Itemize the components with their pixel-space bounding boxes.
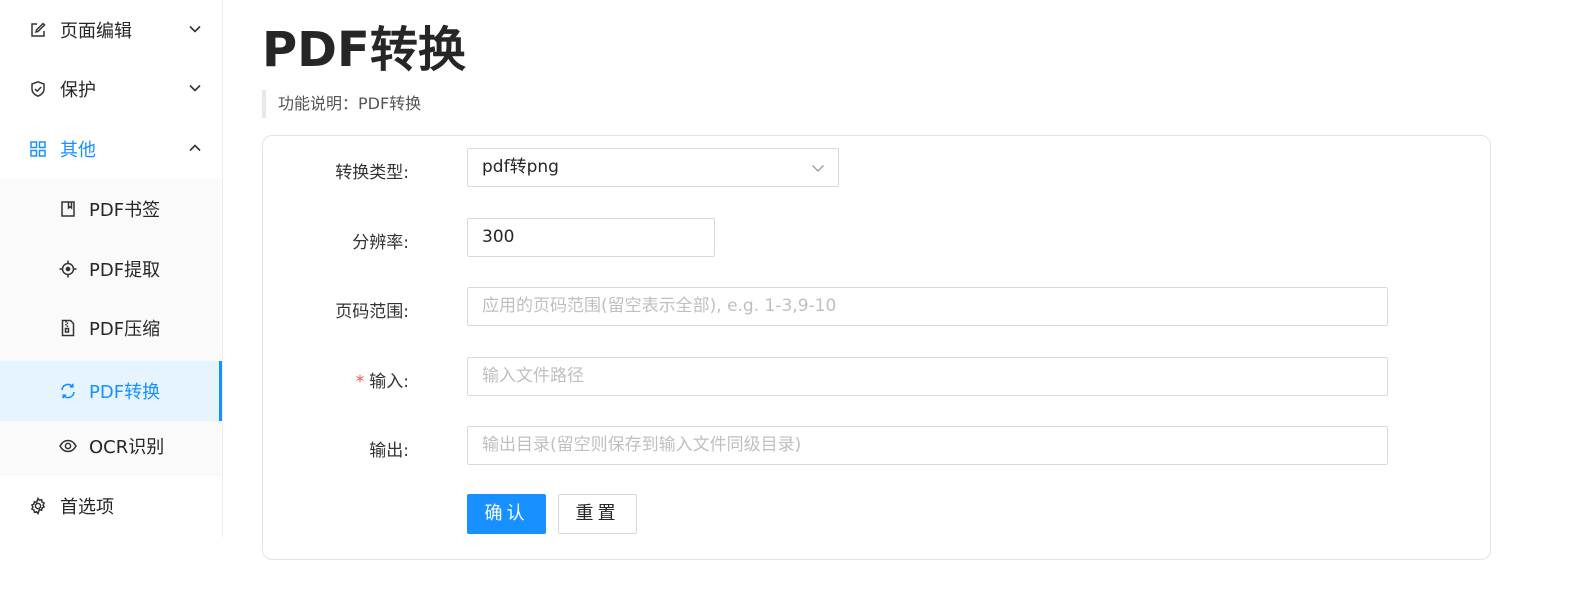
sidebar-item-label: OCR识别 (89, 437, 165, 458)
chevron-down-icon (189, 84, 201, 92)
page-title: PDF转换 (262, 22, 466, 78)
gear-icon (29, 497, 47, 515)
confirm-button[interactable]: 确认 (467, 494, 546, 534)
edit-icon (29, 21, 47, 39)
convert-form-card: 转换类型: pdf转png 分辨率: 300 页码范围: 应用的页码范围(留空表… (262, 135, 1491, 560)
reset-button[interactable]: 重置 (558, 494, 637, 534)
sidebar-item-label: PDF转换 (89, 382, 161, 403)
convert-type-select[interactable]: pdf转png (467, 148, 839, 187)
sidebar-item-label: PDF提取 (89, 260, 161, 281)
page-range-input[interactable]: 应用的页码范围(留空表示全部), e.g. 1-3,9-10 (467, 287, 1388, 326)
sidebar-item-pdf-extract[interactable]: PDF提取 (0, 239, 222, 299)
resolution-label: 分辨率: (352, 233, 409, 253)
apps-grid-icon (29, 140, 47, 158)
sync-icon (59, 382, 77, 400)
sidebar-item-label: PDF压缩 (89, 319, 161, 340)
bookmark-icon (59, 200, 77, 218)
page-range-label: 页码范围: (335, 302, 409, 322)
sidebar-item-other[interactable]: 其他 (0, 119, 222, 179)
sidebar-item-ocr[interactable]: OCR识别 (0, 416, 222, 476)
convert-type-label: 转换类型: (335, 163, 409, 183)
eye-icon (59, 437, 77, 455)
chevron-down-icon (812, 165, 824, 172)
page-description: 功能说明：PDF转换 (262, 90, 421, 118)
input-label: * 输入: (263, 367, 409, 392)
sidebar-item-preferences[interactable]: 首选项 (0, 476, 222, 536)
sidebar-item-page-edit[interactable]: 页面编辑 (0, 0, 222, 60)
input-label-text: 输入: (369, 372, 409, 392)
output-label: 输出: (369, 441, 409, 461)
input-path-field[interactable]: 输入文件路径 (467, 357, 1388, 396)
sidebar-item-label: 保护 (60, 80, 96, 101)
sidebar-item-protect[interactable]: 保护 (0, 59, 222, 119)
resolution-input[interactable]: 300 (467, 218, 715, 257)
sidebar-item-pdf-convert[interactable]: PDF转换 (0, 361, 222, 421)
sidebar-item-pdf-bookmark[interactable]: PDF书签 (0, 179, 222, 239)
sidebar-item-label: 首选项 (60, 497, 114, 518)
required-mark: * (355, 372, 365, 392)
sidebar-item-label: 页面编辑 (60, 21, 132, 42)
sidebar-item-label: PDF书签 (89, 200, 161, 221)
sidebar-item-label: 其他 (60, 140, 96, 161)
file-zip-icon (59, 319, 77, 337)
sidebar: 页面编辑 保护 其他 PDF书签 PDF提取 PDF压缩 PDF转换 OCR识别… (0, 0, 223, 537)
sidebar-item-pdf-compress[interactable]: PDF压缩 (0, 298, 222, 358)
chevron-down-icon (189, 25, 201, 33)
aim-icon (59, 260, 77, 278)
sidebar-submenu-other: PDF书签 PDF提取 PDF压缩 PDF转换 OCR识别 (0, 179, 222, 476)
convert-type-value: pdf转png (482, 157, 559, 177)
chevron-up-icon (189, 144, 201, 152)
output-dir-field[interactable]: 输出目录(留空则保存到输入文件同级目录) (467, 426, 1388, 465)
shield-check-icon (29, 80, 47, 98)
